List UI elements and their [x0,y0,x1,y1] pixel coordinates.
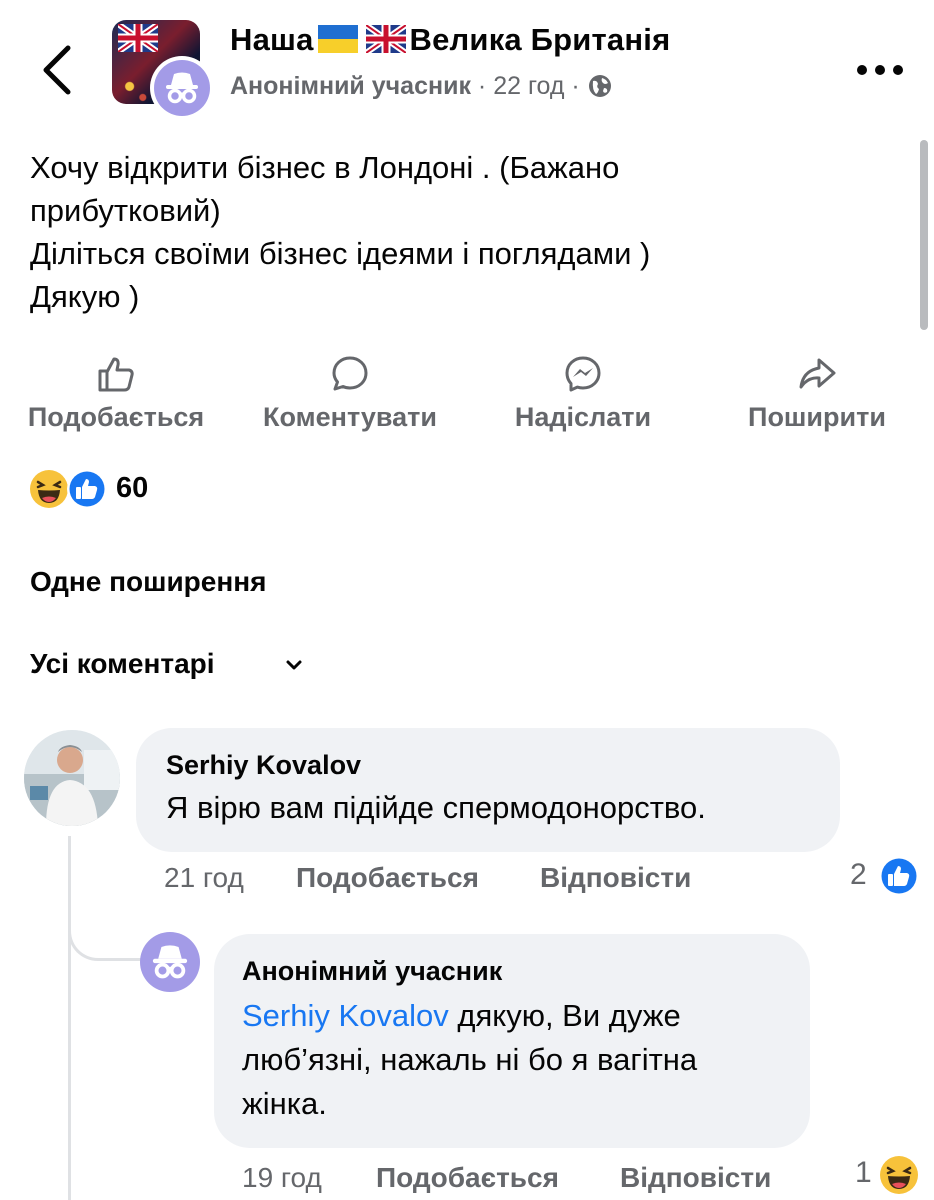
comments-filter-label: Усі коментарі [30,648,215,679]
reply-author[interactable]: Анонімний учасник [242,956,502,987]
post-meta: Анонімний учасник · 22 год · [230,72,613,101]
back-button[interactable] [38,40,78,100]
post-line: Діліться своїми бізнес ідеями і поглядам… [30,236,651,271]
chevron-left-icon [43,45,71,95]
group-name[interactable]: Наша Велика Британія [230,22,670,58]
post-body: Хочу відкрити бізнес в Лондоні . (Бажано… [30,146,890,318]
reply-text: Serhiy Kovalov дякую, Ви дуже люб’язні, … [242,994,802,1126]
shares-count[interactable]: Одне поширення [30,566,267,598]
comment-button[interactable]: Коментувати [246,354,454,433]
reply-text-line: люб’язні, нажаль ні бо я вагітна [242,1042,698,1077]
post-line: Хочу відкрити бізнес в Лондоні . (Бажано [30,150,620,185]
post-line: прибутковий) [30,193,221,228]
reply-like-button[interactable]: Подобається [376,1162,559,1194]
share-label: Поширити [748,402,886,432]
group-name-part2: Велика Британія [409,22,671,57]
group-name-part1: Наша [230,22,314,57]
share-button[interactable]: Поширити [722,354,912,433]
share-icon [799,358,836,389]
anonymous-reply-avatar[interactable] [140,932,200,992]
like-label: Подобається [27,402,205,432]
like-reaction-icon [67,469,107,509]
comment-reaction-count[interactable]: 2 [850,858,867,892]
comments-filter[interactable]: Усі коментарі [30,648,215,680]
post-author[interactable]: Анонімний учасник [230,72,471,100]
thumbs-up-icon [98,357,134,392]
incognito-icon [166,72,198,104]
uk-flag-icon [365,25,406,53]
anonymous-avatar[interactable] [150,56,214,120]
comment-reply-button[interactable]: Відповісти [540,862,691,894]
profile-photo [24,730,120,826]
incognito-icon [152,945,188,979]
like-button[interactable]: Подобається [12,354,220,433]
reply-bubble[interactable]: Анонімний учасник Serhiy Kovalov дякую, … [214,934,810,1148]
meta-separator-2: · [571,72,580,100]
haha-icon [30,470,68,508]
comment-author[interactable]: Serhiy Kovalov [166,750,361,781]
more-options-button[interactable] [854,62,906,78]
comment-time[interactable]: 21 год [164,862,244,893]
reply-text-line: жінка. [242,1086,327,1121]
post-time[interactable]: 22 год [493,72,564,100]
avatar[interactable] [24,730,120,826]
messenger-icon [565,356,601,392]
globe-icon [588,75,611,97]
chevron-down-icon[interactable] [284,655,304,675]
more-icon [857,65,903,75]
send-button[interactable]: Надіслати [490,354,676,433]
meta-separator: · [477,72,487,100]
haha-icon[interactable] [878,1154,920,1196]
comment-bubble[interactable]: Serhiy Kovalov Я вірю вам підійде спермо… [136,728,840,852]
comment-text: Я вірю вам підійде спермодонорство. [166,790,706,825]
reply-time[interactable]: 19 год [242,1162,322,1194]
reply-reply-button[interactable]: Відповісти [620,1162,771,1194]
comment-meta: 21 год [164,862,244,894]
comment-label: Коментувати [263,402,437,432]
scrollbar[interactable] [920,140,928,330]
reactions-count[interactable]: 60 [116,472,148,505]
reply-text-line: дякую, Ви дуже [457,998,681,1033]
comment-icon [332,356,368,391]
send-label: Надіслати [514,402,652,432]
mention-link[interactable]: Serhiy Kovalov [242,998,449,1033]
comment-like-button[interactable]: Подобається [296,862,479,894]
thread-connector [68,880,141,961]
uk-flag-image [118,24,158,52]
reply-reaction-count[interactable]: 1 [855,1156,872,1190]
like-icon[interactable] [878,855,920,897]
post-line: Дякую ) [30,279,140,314]
ukraine-flag-icon [317,25,358,53]
